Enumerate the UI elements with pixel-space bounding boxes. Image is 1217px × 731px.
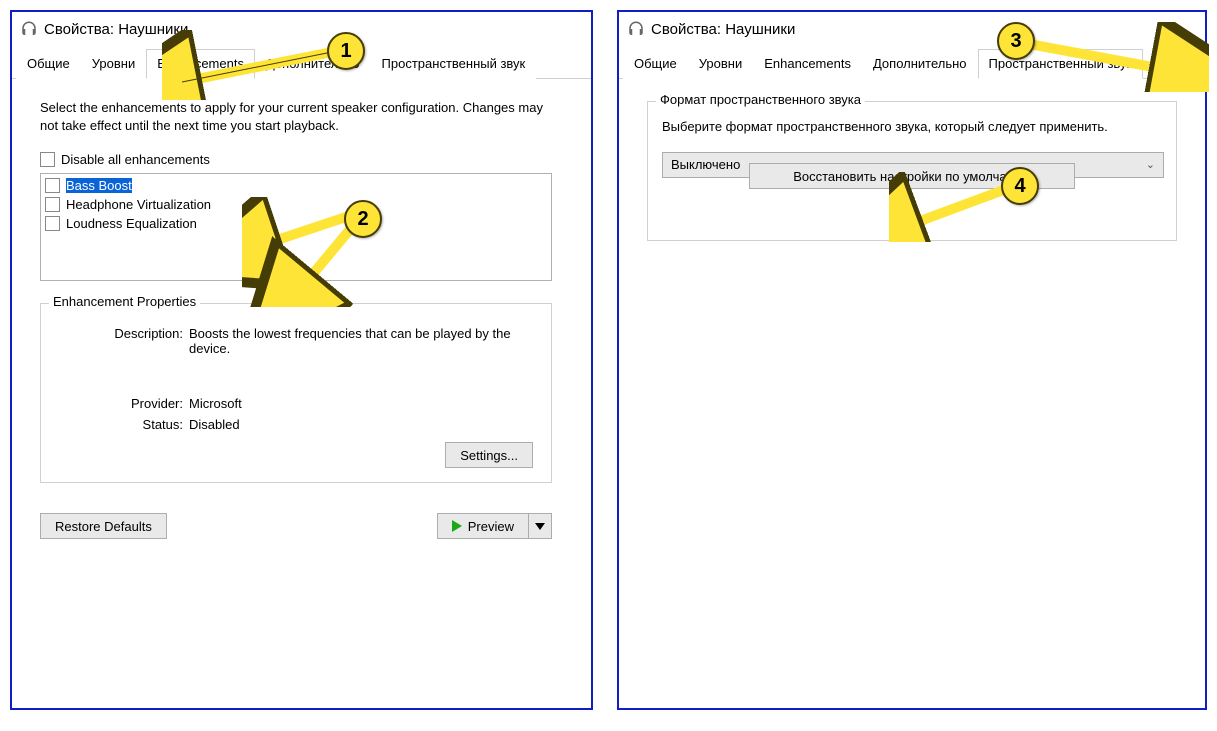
restore-defaults-button[interactable]: Restore Defaults	[40, 513, 167, 539]
headphones-icon	[627, 20, 645, 38]
tab-bar: Общие Уровни Enhancements Дополнительно …	[12, 48, 591, 79]
preview-button[interactable]: Preview	[437, 513, 528, 539]
titlebar: Свойства: Наушники	[12, 12, 591, 48]
description-value: Boosts the lowest frequencies that can b…	[189, 326, 537, 356]
tab-advanced[interactable]: Дополнительно	[862, 49, 978, 79]
checkbox-icon[interactable]	[45, 216, 60, 231]
preview-label: Preview	[468, 519, 514, 534]
settings-button[interactable]: Settings...	[445, 442, 533, 468]
group-legend: Enhancement Properties	[49, 294, 200, 309]
play-icon	[452, 520, 462, 532]
preview-dropdown-button[interactable]	[528, 513, 552, 539]
checkbox-icon[interactable]	[40, 152, 55, 167]
headphones-icon	[20, 20, 38, 38]
checkbox-icon[interactable]	[45, 197, 60, 212]
list-item-label: Bass Boost	[66, 178, 132, 193]
provider-value: Microsoft	[189, 396, 537, 411]
sound-properties-right: 3 4 Свойства: Наушники Общие Уровни Enha…	[617, 10, 1207, 710]
tab-bar: Общие Уровни Enhancements Дополнительно …	[619, 48, 1205, 79]
tab-spatial[interactable]: Пространственный звук	[371, 49, 537, 79]
tab-enhancements[interactable]: Enhancements	[146, 49, 255, 79]
description-label: Description:	[55, 326, 189, 356]
tab-spatial[interactable]: Пространственный звук	[978, 49, 1144, 79]
tab-levels[interactable]: Уровни	[688, 49, 753, 79]
tab-content: Формат пространственного звука Выберите …	[619, 79, 1205, 261]
preview-button-group: Preview	[437, 513, 552, 539]
enhancement-properties-group: Enhancement Properties Description: Boos…	[40, 303, 552, 483]
list-item-label: Headphone Virtualization	[66, 197, 211, 212]
tab-enhancements[interactable]: Enhancements	[753, 49, 862, 79]
window-title: Свойства: Наушники	[44, 21, 188, 38]
titlebar: Свойства: Наушники	[619, 12, 1205, 48]
tab-levels[interactable]: Уровни	[81, 49, 146, 79]
group-legend: Формат пространственного звука	[656, 92, 865, 107]
tab-content: Select the enhancements to apply for you…	[12, 79, 591, 559]
sound-properties-left: 1 2 Свойства: Наушники Общие Уровни Enha…	[10, 10, 593, 710]
instructions-text: Select the enhancements to apply for you…	[40, 99, 560, 134]
window-title: Свойства: Наушники	[651, 21, 795, 38]
restore-defaults-button[interactable]: Восстановить настройки по умолчанию	[749, 163, 1075, 189]
disable-all-label: Disable all enhancements	[61, 152, 210, 167]
list-item-headphone-virtualization[interactable]: Headphone Virtualization	[43, 195, 549, 214]
disable-all-row[interactable]: Disable all enhancements	[40, 152, 563, 167]
list-item-bass-boost[interactable]: Bass Boost	[43, 176, 549, 195]
spatial-description: Выберите формат пространственного звука,…	[662, 118, 1142, 136]
checkbox-icon[interactable]	[45, 178, 60, 193]
list-item-loudness-equalization[interactable]: Loudness Equalization	[43, 214, 549, 233]
tab-general[interactable]: Общие	[623, 49, 688, 79]
tab-advanced[interactable]: Дополнительно	[255, 49, 371, 79]
status-label: Status:	[55, 417, 189, 432]
enhancements-list[interactable]: Bass Boost Headphone Virtualization Loud…	[40, 173, 552, 281]
status-value: Disabled	[189, 417, 537, 432]
chevron-down-icon	[535, 523, 545, 530]
tab-general[interactable]: Общие	[16, 49, 81, 79]
list-item-label: Loudness Equalization	[66, 216, 197, 231]
provider-label: Provider:	[55, 396, 189, 411]
